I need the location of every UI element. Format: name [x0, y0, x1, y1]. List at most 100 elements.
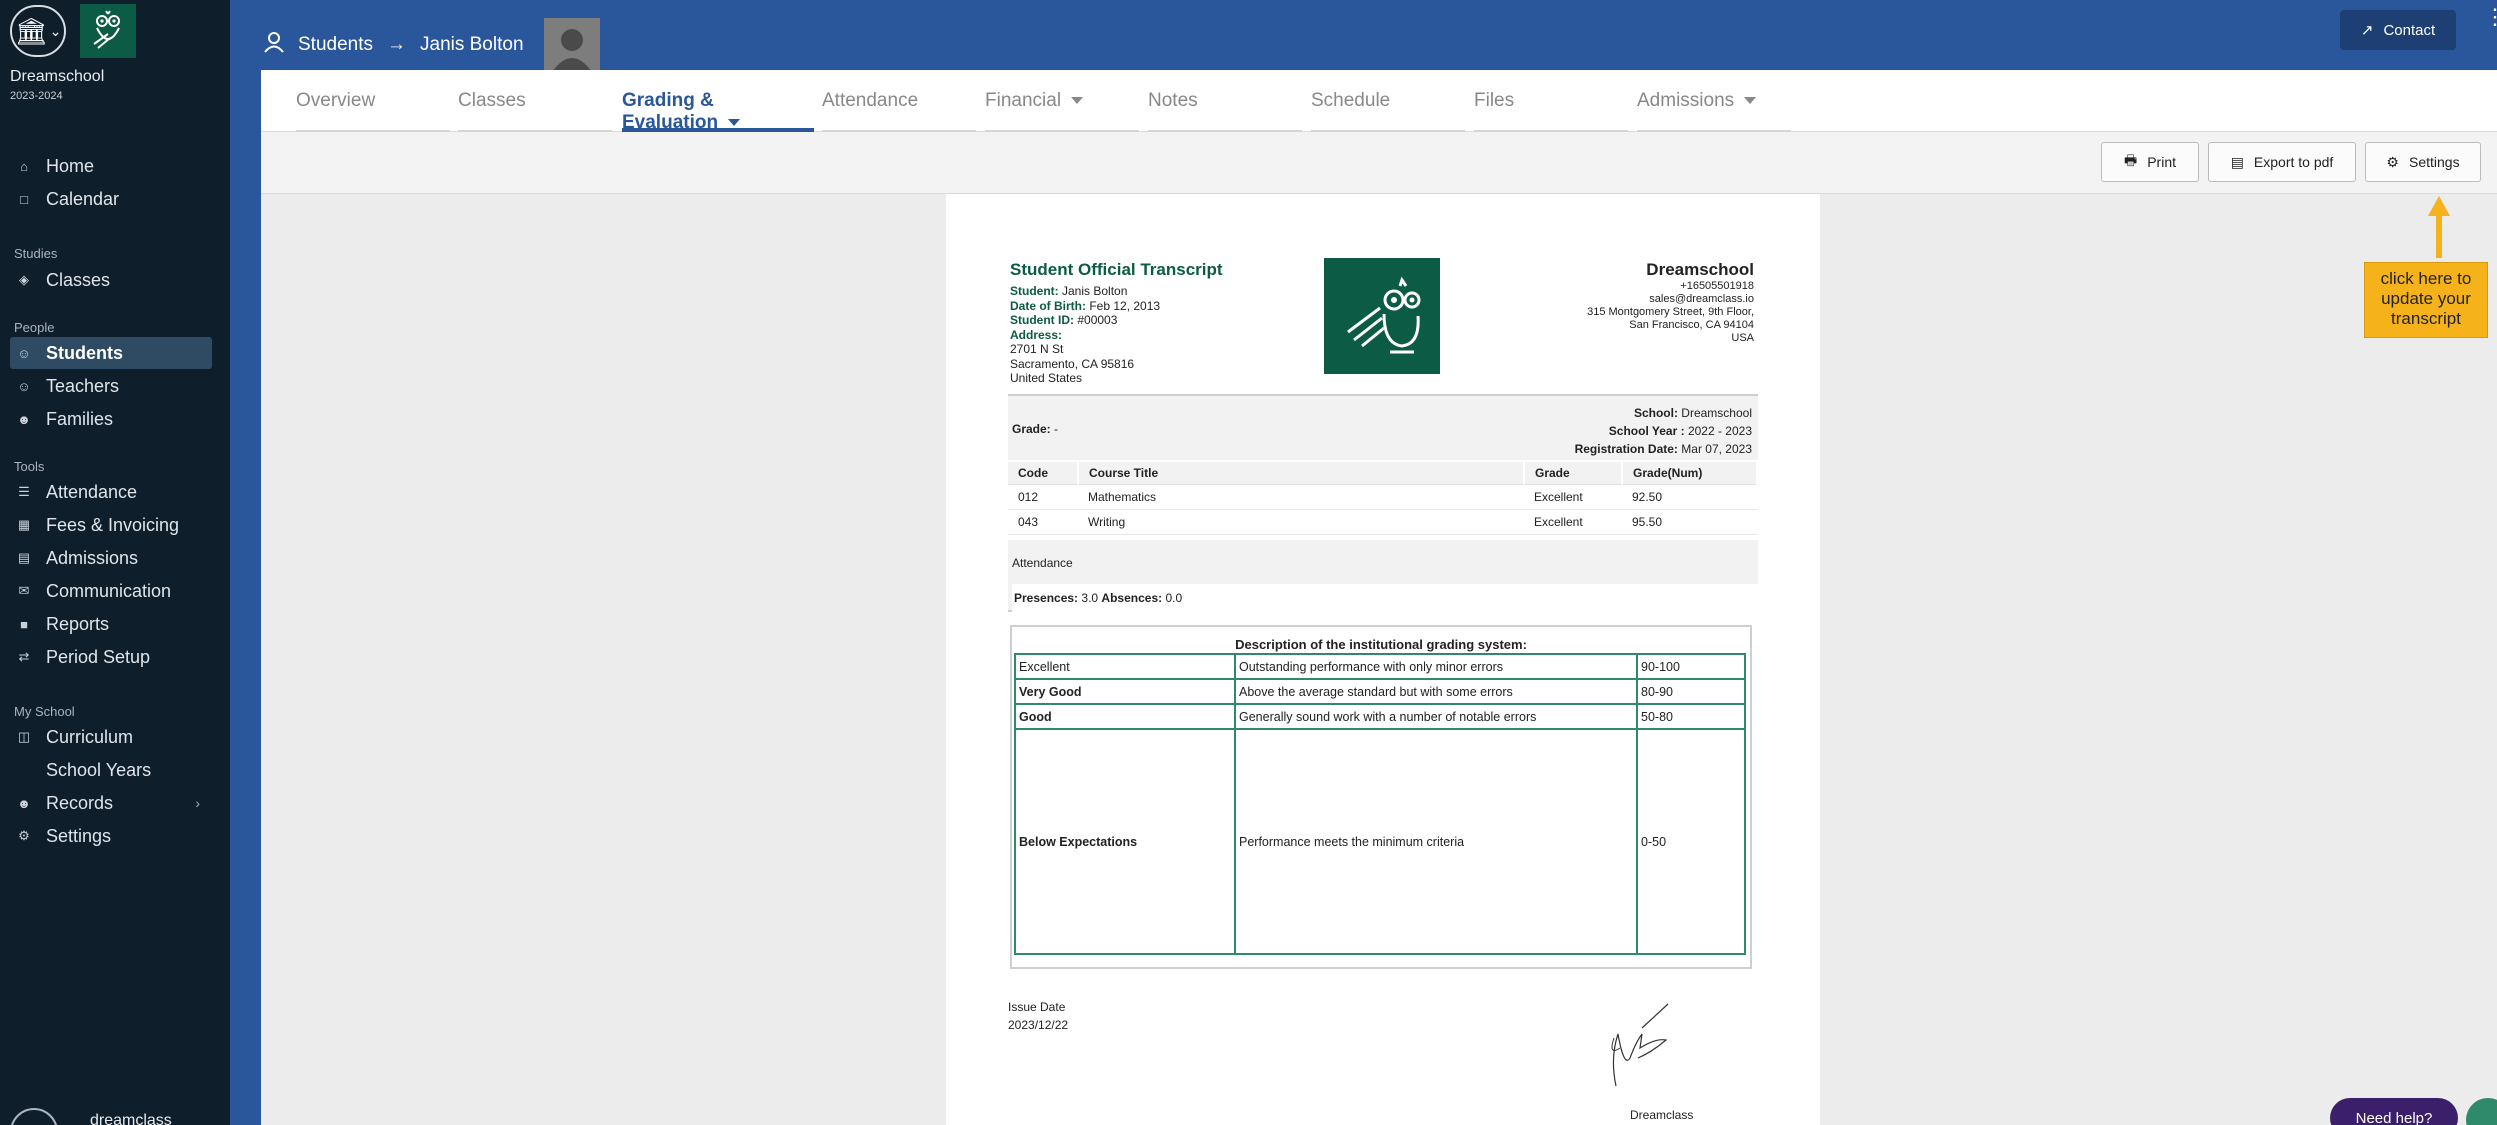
tab-attendance[interactable]: Attendance [822, 70, 976, 132]
sidebar: 🏛 ⌄ Dreamschool 2023-2024 ⌂ Home □ Calendar… [0, 0, 230, 1125]
sidebar-item-label: Curriculum [46, 726, 134, 747]
sidebar-item-label: Classes [46, 269, 111, 290]
export-pdf-button[interactable]: ▤ Export to pdf [2208, 142, 2356, 182]
student-dob: Feb 12, 2013 [1089, 298, 1161, 313]
report-icon: ■ [20, 616, 28, 632]
section-studies: Studies [14, 246, 58, 261]
side-band [230, 70, 261, 1125]
sidebar-item-families[interactable]: ☻ Families [10, 403, 212, 435]
course-grade: Excellent [1524, 509, 1622, 535]
registration-date: Mar 07, 2023 [1681, 442, 1752, 456]
sidebar-item-attendance[interactable]: ☰ Attendance [10, 476, 212, 508]
sidebar-item-admissions[interactable]: ▤ Admissions [10, 542, 212, 574]
caret-down-icon [1071, 97, 1084, 105]
sidebar-item-classes[interactable]: ◈ Classes [10, 264, 212, 296]
grade-name: Very Good [1014, 678, 1236, 705]
info-label: Address: [1010, 327, 1063, 342]
tab-financial[interactable]: Financial [985, 70, 1139, 132]
sidebar-item-label: Period Setup [46, 646, 151, 667]
sidebar-item-reports[interactable]: ■ Reports [10, 608, 212, 640]
sidebar-item-settings[interactable]: ⚙ Settings [10, 820, 212, 852]
owl-logo-icon [93, 10, 120, 49]
tab-label: Financial [985, 90, 1062, 111]
settings-button[interactable]: ⚙ Settings [2365, 142, 2481, 182]
sidebar-item-teachers[interactable]: ☺ Teachers [10, 370, 212, 402]
student-avatar [543, 18, 600, 72]
sidebar-item-curriculum[interactable]: ◫ Curriculum [10, 721, 212, 753]
contact-button[interactable]: ↗ Contact [2340, 10, 2456, 50]
grade-name: Excellent [1014, 653, 1236, 680]
issue-info: Issue Date 2023/12/22 [1008, 998, 1068, 1034]
sidebar-item-label: Home [46, 155, 95, 176]
tab-overview[interactable]: Overview [296, 70, 450, 132]
help-label: Need help? [2355, 1110, 2433, 1125]
grade-level: Grade: - [1012, 422, 1058, 436]
checklist-icon: ☰ [18, 484, 30, 499]
sidebar-item-label: Records [46, 792, 114, 813]
student-name: Janis Bolton [1062, 284, 1128, 298]
school-phone: +16505501918 [1680, 280, 1754, 292]
tooltip-line: click here to [2380, 269, 2472, 288]
course-title: Writing [1078, 509, 1524, 535]
sidebar-item-records[interactable]: ☻ Records › [10, 787, 212, 819]
school-logo [1324, 258, 1440, 374]
document-toolbar: 🖶 Print ▤ Export to pdf ⚙ Settings [261, 132, 2497, 194]
institution-icon: 🏛 [14, 15, 48, 46]
sidebar-item-communication[interactable]: ✉ Communication [10, 575, 212, 607]
breadcrumb-students-link[interactable]: Students [298, 34, 373, 56]
print-button[interactable]: 🖶 Print [2101, 142, 2199, 182]
arrow-up-right-icon: ↗ [2360, 22, 2374, 39]
tab-notes[interactable]: Notes [1148, 70, 1302, 132]
more-options-icon[interactable]: ⋮ [2484, 6, 2497, 28]
grading-system: Description of the institutional grading… [1010, 625, 1752, 969]
sidebar-item-students[interactable]: ☺ Students [10, 337, 212, 369]
school-name: Dreamschool [10, 68, 105, 85]
grade-range: 90-100 [1636, 653, 1746, 680]
grade-value: - [1054, 422, 1059, 436]
school-contact: Dreamschool +16505501918 sales@dreamclas… [1587, 260, 1754, 345]
tab-admissions[interactable]: Admissions [1637, 70, 1791, 132]
tab-files[interactable]: Files [1474, 70, 1628, 132]
settings-tooltip: click here to update your transcript [2364, 262, 2488, 338]
layers-icon: ◈ [19, 272, 29, 287]
tab-bar: Overview Classes Grading & Evaluation At… [261, 70, 2497, 133]
school-year: 2023-2024 [10, 90, 63, 102]
chat-icon[interactable] [2466, 1098, 2497, 1125]
need-help-button[interactable]: Need help? [2330, 1098, 2458, 1125]
table-row: Below Expectations Performance meets the… [1014, 728, 1746, 955]
user-avatar[interactable] [10, 1108, 58, 1125]
section-my-school: My School [14, 704, 75, 719]
sidebar-item-fees[interactable]: ▦ Fees & Invoicing [10, 509, 212, 541]
table-row: Good Generally sound work with a number … [1014, 703, 1746, 730]
tab-classes[interactable]: Classes [458, 70, 612, 132]
school-switcher-button[interactable]: 🏛 ⌄ [10, 5, 66, 57]
sidebar-item-label: Attendance [46, 481, 138, 502]
table-row: 012 Mathematics Excellent 92.50 [1008, 484, 1757, 510]
contact-label: Contact [2383, 21, 2436, 39]
sidebar-item-home[interactable]: ⌂ Home [10, 150, 212, 182]
student-id: #00003 [1077, 313, 1118, 327]
message-icon: ✉ [18, 583, 30, 598]
user-name: dreamclass [90, 1112, 172, 1125]
sidebar-item-calendar[interactable]: □ Calendar [10, 183, 212, 215]
tab-label: Files [1474, 90, 1515, 111]
sidebar-item-label: Communication [46, 580, 172, 601]
address-line: Sacramento, CA 95816 [1010, 356, 1135, 371]
sidebar-item-period-setup[interactable]: ⇄ Period Setup [10, 641, 212, 673]
caret-down-icon [1744, 97, 1757, 105]
section-tools: Tools [14, 459, 45, 474]
column-header: Course Title [1078, 462, 1525, 485]
tab-schedule[interactable]: Schedule [1311, 70, 1465, 132]
column-header: Grade(Num) [1622, 462, 1758, 485]
user-outline-icon [264, 31, 284, 59]
transcript-document: Student Official Transcript Student: Jan… [946, 194, 1820, 1125]
tab-label: Overview [296, 90, 376, 111]
address-line: 2701 N St [1010, 342, 1064, 356]
breadcrumb: Students → Janis Bolton [264, 18, 600, 72]
tab-grading-evaluation[interactable]: Grading & Evaluation [622, 70, 814, 133]
info-label: Student ID: [1010, 313, 1074, 327]
printer-icon: 🖶 [2123, 152, 2138, 168]
grade-name: Good [1014, 703, 1236, 730]
calendar-years-icon [16, 762, 32, 778]
sidebar-item-school-years[interactable]: School Years [10, 754, 212, 786]
